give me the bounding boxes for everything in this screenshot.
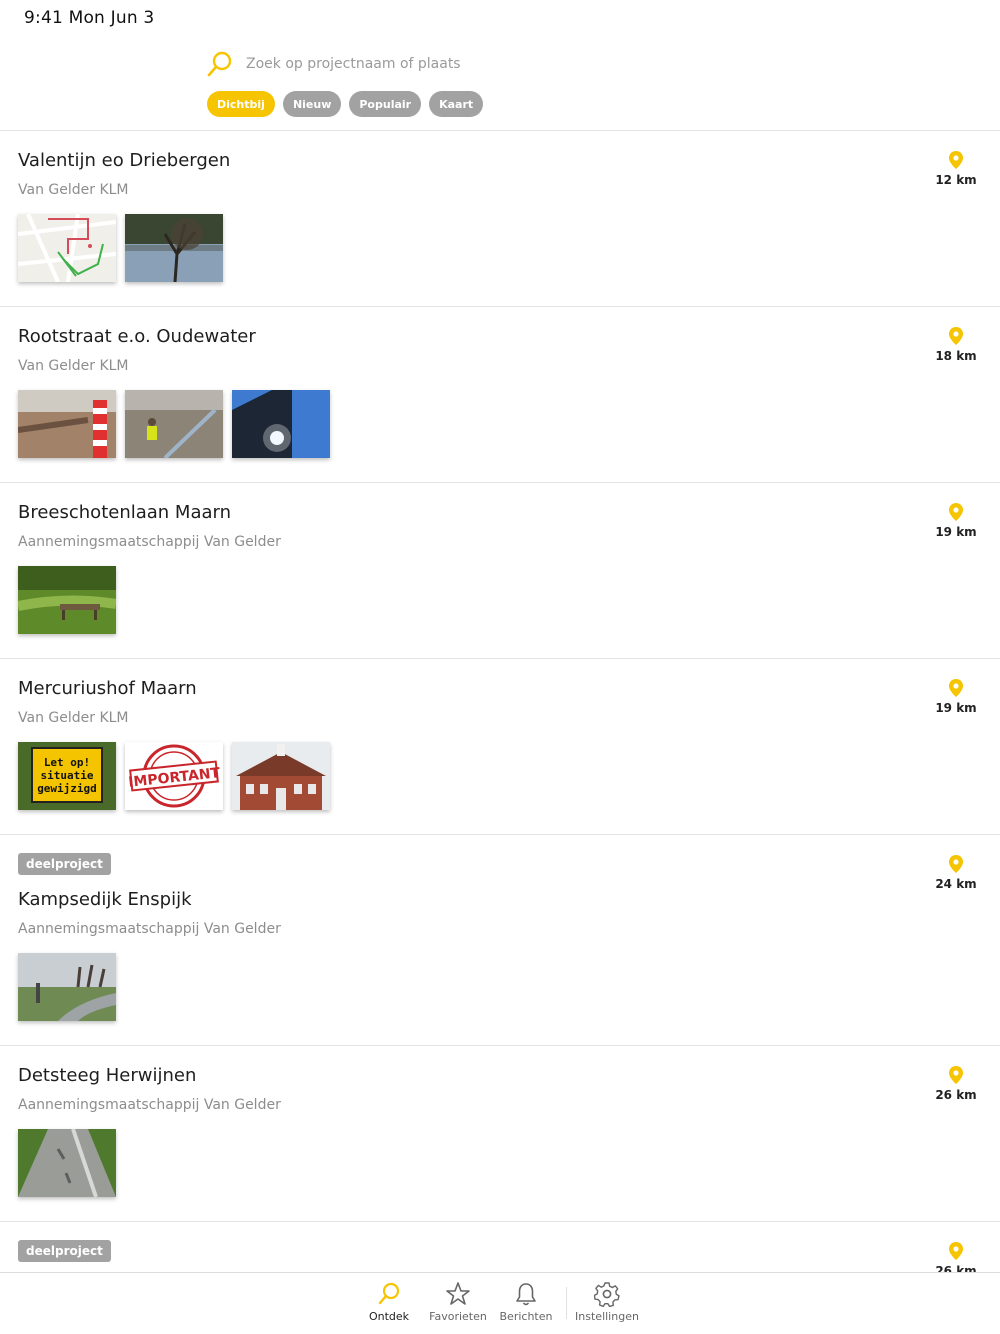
tab-label: Instellingen xyxy=(575,1310,639,1323)
distance-indicator: 26 km xyxy=(926,1242,986,1272)
tree-thumb[interactable] xyxy=(125,214,223,282)
distance-indicator: 24 km xyxy=(926,855,986,891)
project-card[interactable]: Mercuriushof Maarn Van Gelder KLM Let op… xyxy=(0,659,1000,835)
tab-label: Berichten xyxy=(499,1310,553,1323)
stamp-thumb[interactable]: IMPORTANT xyxy=(125,742,223,810)
tab-bar: Ontdek Favorieten Berichten Instellingen xyxy=(0,1272,1000,1334)
location-pin-icon xyxy=(949,1066,963,1084)
tab-label: Favorieten xyxy=(429,1310,487,1323)
tower-thumb[interactable] xyxy=(232,390,330,458)
distance-text: 19 km xyxy=(935,525,977,539)
project-company: Van Gelder KLM xyxy=(18,182,129,198)
distance-text: 26 km xyxy=(935,1088,977,1102)
project-title: Detsteeg Herwijnen xyxy=(18,1065,197,1086)
distance-text: 18 km xyxy=(935,349,977,363)
filter-chip-dichtbij[interactable]: Dichtbij xyxy=(207,91,275,117)
location-pin-icon xyxy=(949,503,963,521)
svg-text:gewijzigd: gewijzigd xyxy=(37,782,97,795)
gear-icon xyxy=(594,1282,620,1307)
distance-indicator: 19 km xyxy=(926,503,986,539)
filter-chip-nieuw[interactable]: Nieuw xyxy=(282,91,342,117)
location-pin-icon xyxy=(949,1242,963,1260)
dike-thumb[interactable] xyxy=(18,953,116,1021)
project-card[interactable]: Breeschotenlaan Maarn Aannemingsmaatscha… xyxy=(0,483,1000,659)
tab-ontdek[interactable]: Ontdek xyxy=(349,1281,429,1323)
location-pin-icon xyxy=(949,327,963,345)
project-company: Van Gelder KLM xyxy=(18,710,129,726)
project-company: Aannemingsmaatschappij Van Gelder xyxy=(18,1097,281,1113)
search-icon xyxy=(378,1282,400,1305)
project-card[interactable]: Valentijn eo Driebergen Van Gelder KLM 1… xyxy=(0,131,1000,307)
star-icon xyxy=(446,1282,470,1305)
search-icon xyxy=(206,50,234,78)
distance-text: 24 km xyxy=(935,877,977,891)
distance-indicator: 18 km xyxy=(926,327,986,363)
distance-indicator: 12 km xyxy=(926,151,986,187)
map-thumb[interactable] xyxy=(18,214,116,282)
project-company: Aannemingsmaatschappij Van Gelder xyxy=(18,534,281,550)
project-card[interactable]: deelproject Kampsedijk Enspijk Aanneming… xyxy=(0,835,1000,1046)
location-pin-icon xyxy=(949,679,963,697)
search-bar[interactable]: Zoek op projectnaam of plaats xyxy=(206,50,461,78)
location-pin-icon xyxy=(949,855,963,873)
distance-text: 12 km xyxy=(935,173,977,187)
project-title: Kampsedijk Enspijk xyxy=(18,889,192,910)
tab-berichten[interactable]: Berichten xyxy=(486,1281,566,1323)
worker-thumb[interactable] xyxy=(125,390,223,458)
project-title: Rootstraat e.o. Oudewater xyxy=(18,326,256,347)
building-thumb[interactable] xyxy=(232,742,330,810)
filter-chips: Dichtbij Nieuw Populair Kaart xyxy=(207,91,484,117)
path-thumb[interactable] xyxy=(18,1129,116,1197)
svg-text:Let op!: Let op! xyxy=(44,756,90,769)
filter-chip-kaart[interactable]: Kaart xyxy=(429,91,484,117)
tab-instellingen[interactable]: Instellingen xyxy=(567,1281,647,1323)
project-title: Mercuriushof Maarn xyxy=(18,678,197,699)
location-pin-icon xyxy=(949,151,963,169)
deelproject-badge: deelproject xyxy=(18,1240,111,1262)
tab-label: Ontdek xyxy=(368,1310,410,1323)
search-input[interactable]: Zoek op projectnaam of plaats xyxy=(246,56,461,72)
project-card[interactable]: Rootstraat e.o. Oudewater Van Gelder KLM… xyxy=(0,307,1000,483)
trench-thumb[interactable] xyxy=(18,390,116,458)
project-company: Aannemingsmaatschappij Van Gelder xyxy=(18,921,281,937)
distance-indicator: 19 km xyxy=(926,679,986,715)
distance-text: 19 km xyxy=(935,701,977,715)
filter-chip-populair[interactable]: Populair xyxy=(349,91,422,117)
bell-icon xyxy=(516,1283,536,1306)
project-title: Valentijn eo Driebergen xyxy=(18,150,231,171)
project-card[interactable]: Detsteeg Herwijnen Aannemingsmaatschappi… xyxy=(0,1046,1000,1222)
project-title: Breeschotenlaan Maarn xyxy=(18,502,232,523)
distance-text: 26 km xyxy=(935,1264,977,1272)
bench-thumb[interactable] xyxy=(18,566,116,634)
project-company: Van Gelder KLM xyxy=(18,358,129,374)
project-list: Valentijn eo Driebergen Van Gelder KLM 1… xyxy=(0,131,1000,1272)
status-bar-time: 9:41 Mon Jun 3 xyxy=(24,8,155,28)
svg-text:situatie: situatie xyxy=(41,769,94,782)
distance-indicator: 26 km xyxy=(926,1066,986,1102)
deelproject-badge: deelproject xyxy=(18,853,111,875)
sign-thumb[interactable]: Let op! situatie gewijzigd xyxy=(18,742,116,810)
project-card[interactable]: deelproject 26 km xyxy=(0,1222,1000,1272)
